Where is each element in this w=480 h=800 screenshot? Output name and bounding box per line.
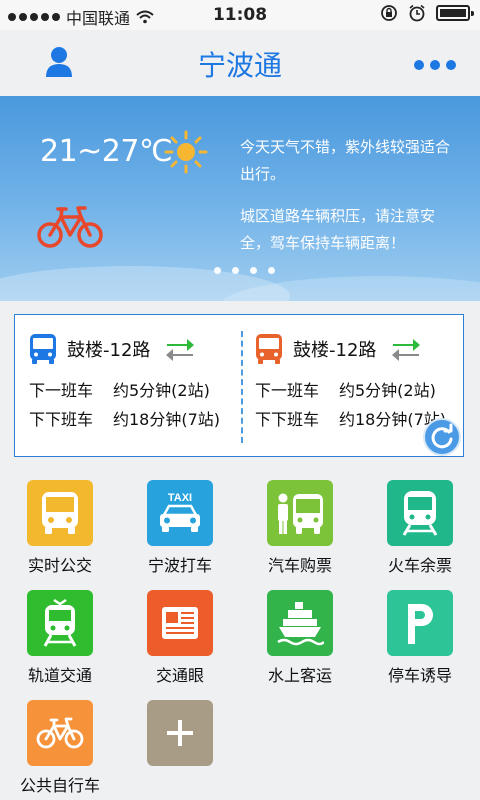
parking-icon <box>387 590 453 656</box>
add-icon[interactable] <box>147 700 213 766</box>
bus-route-left[interactable]: 鼓楼-12路 下一班车 约5分钟(2站) 下下班车 约18分钟(7站) <box>15 315 240 458</box>
page-dot[interactable] <box>214 267 221 274</box>
train-icon <box>387 480 453 546</box>
bus-icon <box>27 480 93 546</box>
refresh-button[interactable] <box>423 418 461 456</box>
rotation-lock-icon <box>381 5 397 21</box>
route-name: 鼓楼-12路 <box>293 340 377 361</box>
more-dots-icon[interactable] <box>414 60 456 70</box>
tile-label: 汽车购票 <box>267 556 332 575</box>
page-dot[interactable] <box>232 267 239 274</box>
following-bus-value: 约18分钟(7站) <box>113 410 221 429</box>
swap-direction-icon[interactable] <box>165 335 195 367</box>
alarm-icon <box>409 4 425 22</box>
tile-add-service[interactable] <box>120 698 240 800</box>
weather-notice: 今天天气不错，紫外线较强适合出行。 <box>240 138 451 183</box>
bus-icon <box>29 333 57 369</box>
swap-direction-icon[interactable] <box>391 335 421 367</box>
tile-rail-transit[interactable]: 轨道交通 <box>0 588 120 698</box>
svg-text:TAXI: TAXI <box>168 492 192 504</box>
following-bus-info: 下下班车 约18分钟(7站) <box>29 406 220 430</box>
newspaper-icon <box>147 590 213 656</box>
refresh-icon <box>431 423 453 449</box>
tile-label: 交通眼 <box>155 666 204 685</box>
bus-icon <box>255 333 283 369</box>
page-title: 宁波通 <box>197 49 282 82</box>
tile-ningbo-taxi[interactable]: TAXI 宁波打车 <box>120 478 240 588</box>
status-bar: 中国联通 11:08 <box>0 0 480 30</box>
next-bus-value: 约5分钟(2站) <box>113 381 210 400</box>
tile-label: 公共自行车 <box>19 776 100 795</box>
bicycle-icon <box>36 204 104 254</box>
next-bus-label: 下一班车 <box>255 381 320 400</box>
banner-pagination[interactable] <box>214 267 275 274</box>
taxi-icon: TAXI <box>147 480 213 546</box>
weather-banner[interactable]: 21~27℃ 今天天气不错，紫外线较强适合出行。 城区道路车辆积压，请注意安全，… <box>0 96 480 301</box>
following-bus-label: 下下班车 <box>255 410 320 429</box>
next-bus-info: 下一班车 约5分钟(2站) <box>255 377 436 401</box>
tile-label: 火车余票 <box>387 556 452 575</box>
next-bus-info: 下一班车 约5分钟(2站) <box>29 377 210 401</box>
following-bus-label: 下下班车 <box>29 410 94 429</box>
app-header: 宁波通 <box>0 30 480 96</box>
status-right <box>380 4 474 22</box>
tile-train-tickets[interactable]: 火车余票 <box>360 478 480 588</box>
page-dot[interactable] <box>250 267 257 274</box>
metro-icon <box>27 590 93 656</box>
coach-ticket-icon <box>267 480 333 546</box>
bicycle-icon <box>27 700 93 766</box>
next-bus-label: 下一班车 <box>29 381 94 400</box>
traffic-notice: 城区道路车辆积压，请注意安全，驾车保持车辆距离！ <box>240 207 436 252</box>
temperature-label: 21~27℃ <box>40 134 173 169</box>
tile-realtime-bus[interactable]: 实时公交 <box>0 478 120 588</box>
tile-label: 停车诱导 <box>387 666 452 685</box>
tile-water-transport[interactable]: 水上客运 <box>240 588 360 698</box>
page-dot[interactable] <box>268 267 275 274</box>
route-name: 鼓楼-12路 <box>67 340 151 361</box>
ship-icon <box>267 590 333 656</box>
battery-icon <box>436 5 474 21</box>
tile-label: 实时公交 <box>27 556 92 575</box>
tile-label: 宁波打车 <box>147 556 212 575</box>
tile-public-bicycle[interactable]: 公共自行车 <box>0 698 120 800</box>
tile-label: 水上客运 <box>267 666 332 685</box>
tile-traffic-eye[interactable]: 交通眼 <box>120 588 240 698</box>
next-bus-value: 约5分钟(2站) <box>339 381 436 400</box>
sun-icon <box>164 130 208 178</box>
tile-coach-ticket[interactable]: 汽车购票 <box>240 478 360 588</box>
following-bus-info: 下下班车 约18分钟(7站) <box>255 406 446 430</box>
bus-arrival-card[interactable]: 鼓楼-12路 下一班车 约5分钟(2站) 下下班车 约18分钟(7站) 鼓楼-1… <box>14 314 464 457</box>
tile-label: 轨道交通 <box>27 666 92 685</box>
tile-parking-guide[interactable]: 停车诱导 <box>360 588 480 698</box>
